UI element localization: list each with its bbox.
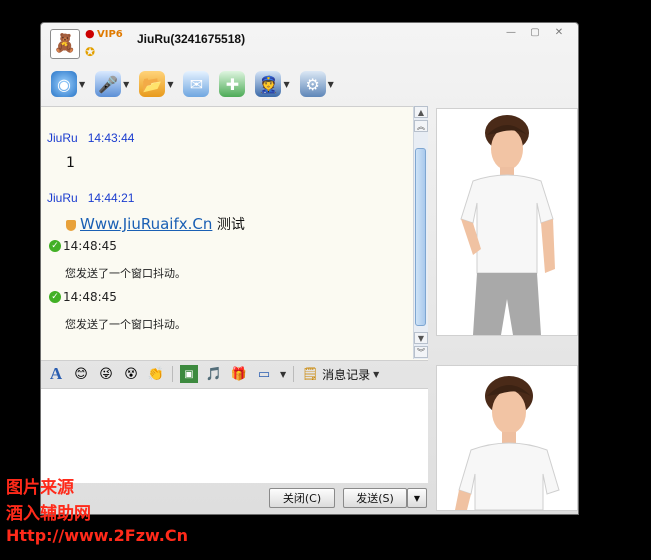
send-image-icon[interactable]: ▣: [180, 365, 198, 383]
message-history-button[interactable]: 🗒 消息记录 ▼: [301, 365, 379, 383]
watermark-line-1: 图片来源: [6, 478, 74, 498]
app-icon: 👮: [255, 71, 282, 97]
chat-window: 🧸 ● VIP6 ✪ JiuRu(3241675518) — ▢ ✕ ◉ ▼ 🎤…: [40, 22, 579, 515]
system-notice-time: ✓ 14:48:45: [49, 239, 117, 253]
divider: [172, 366, 173, 382]
scroll-page-down-icon[interactable]: ︾: [414, 346, 428, 358]
message-header: JiuRu 14:43:44: [47, 131, 134, 145]
my-avatar-show: [436, 365, 578, 511]
voice-message-icon[interactable]: 👏: [147, 365, 165, 383]
history-label: 消息记录: [322, 367, 371, 382]
top-toolbar: ◉ ▼ 🎤 ▼ 📂 ▼ ✉ ✚ 👮 ▼ ⚙ ▼: [49, 67, 336, 101]
chevron-down-icon[interactable]: ▼: [167, 80, 173, 89]
video-call-button[interactable]: ◉ ▼: [49, 69, 87, 99]
star-icon: ✪: [85, 45, 96, 59]
send-sms-icon: ✉: [183, 71, 210, 97]
send-sms-button[interactable]: ✉: [181, 69, 211, 99]
scroll-page-up-icon[interactable]: ︽: [414, 120, 428, 132]
qq-penguin-icon: ●: [85, 27, 95, 40]
message-text: 1: [66, 155, 75, 171]
scroll-up-icon[interactable]: ▲: [414, 106, 428, 118]
check-icon: ✓: [49, 291, 61, 303]
safe-link-icon: [66, 219, 76, 231]
input-toolbar: A 😊 😜 😵 👏 ▣ 🎵 🎁 ▭ ▼ 🗒 消息记录 ▼: [41, 361, 428, 387]
chevron-down-icon: ▼: [373, 369, 380, 379]
contact-avatar-show: [436, 108, 578, 336]
create-group-icon: ✚: [219, 71, 246, 97]
settings-icon: ⚙: [299, 71, 326, 97]
minimize-icon[interactable]: —: [500, 25, 522, 41]
screenshot-icon[interactable]: ▭: [255, 365, 273, 383]
close-button[interactable]: 关闭(C): [269, 488, 335, 508]
check-icon: ✓: [49, 240, 61, 252]
watermark-url: Http://www.2Fzw.Cn: [6, 526, 188, 545]
gift-icon[interactable]: 🎁: [230, 365, 248, 383]
chat-scrollbar[interactable]: ▲ ︽ ▼ ︾: [413, 106, 428, 359]
chevron-down-icon[interactable]: ▼: [283, 80, 289, 89]
message-time: 14:43:44: [87, 131, 135, 145]
video-call-icon: ◉: [51, 71, 77, 97]
maximize-icon[interactable]: ▢: [524, 25, 546, 41]
sender-name: JiuRu: [47, 131, 78, 145]
window-controls: — ▢ ✕: [500, 25, 570, 41]
message-input[interactable]: [41, 388, 428, 483]
scroll-thumb[interactable]: [415, 148, 426, 326]
avatar[interactable]: 🧸: [50, 29, 80, 59]
message-time: 14:44:21: [87, 191, 135, 205]
settings-button[interactable]: ⚙ ▼: [298, 69, 336, 99]
chevron-down-icon[interactable]: ▼: [280, 370, 286, 379]
send-button[interactable]: 发送(S): [343, 488, 407, 508]
magic-emoticon-icon[interactable]: 😜: [97, 365, 115, 383]
system-notice-time: ✓ 14:48:45: [49, 290, 117, 304]
message-text: 测试: [216, 217, 245, 233]
create-group-button[interactable]: ✚: [217, 69, 247, 99]
shake-window-icon[interactable]: 😵: [122, 365, 140, 383]
title-bar[interactable]: 🧸 ● VIP6 ✪ JiuRu(3241675518) — ▢ ✕: [41, 23, 578, 67]
chevron-down-icon[interactable]: ▼: [123, 80, 129, 89]
message-content: Www.JiuRuaifx.Cn 测试: [66, 214, 245, 234]
sender-name: JiuRu: [47, 191, 78, 205]
chevron-down-icon[interactable]: ▼: [328, 80, 334, 89]
history-icon: 🗒: [301, 366, 319, 382]
voice-call-icon: 🎤: [95, 71, 122, 97]
contact-character-image: [460, 115, 555, 335]
divider: [293, 366, 295, 382]
send-options-chevron-down-icon[interactable]: ▼: [407, 488, 427, 508]
emoticon-icon[interactable]: 😊: [72, 365, 90, 383]
send-file-button[interactable]: 📂 ▼: [137, 69, 175, 99]
system-notice-text: 您发送了一个窗口抖动。: [65, 318, 186, 331]
close-icon[interactable]: ✕: [548, 25, 570, 41]
app-button[interactable]: 👮 ▼: [253, 69, 291, 99]
message-header: JiuRu 14:44:21: [47, 191, 134, 205]
bottom-bar: 关闭(C) 发送(S) ▼: [41, 482, 428, 514]
message-history[interactable]: JiuRu 14:43:44 1 JiuRu 14:44:21 Www.JiuR…: [41, 106, 428, 361]
system-notice-text: 您发送了一个窗口抖动。: [65, 267, 186, 280]
my-character-image: [455, 376, 560, 510]
window-title: JiuRu(3241675518): [137, 32, 246, 46]
music-icon[interactable]: 🎵: [205, 365, 223, 383]
watermark-line-2: 酒入辅助网: [6, 504, 91, 524]
chevron-down-icon[interactable]: ▼: [79, 80, 85, 89]
voice-call-button[interactable]: 🎤 ▼: [93, 69, 131, 99]
message-link[interactable]: Www.JiuRuaifx.Cn: [80, 215, 212, 233]
vip-badge: VIP6: [97, 29, 123, 40]
font-icon[interactable]: A: [47, 364, 65, 383]
send-file-icon: 📂: [139, 71, 166, 97]
scroll-down-icon[interactable]: ▼: [414, 332, 428, 344]
